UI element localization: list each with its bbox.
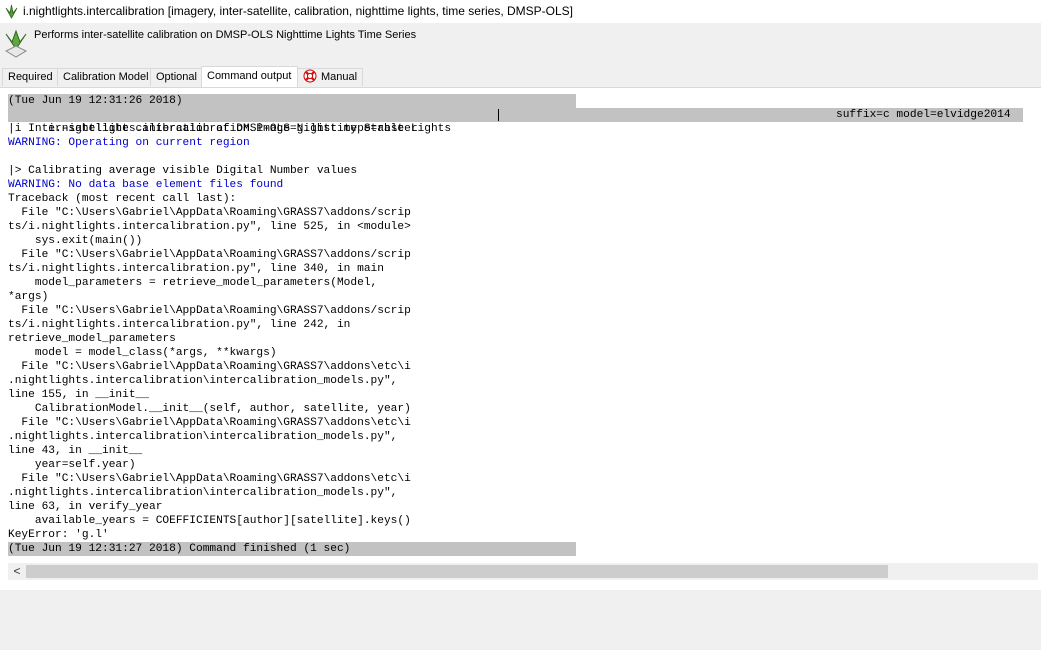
output-line: ts/i.nightlights.intercalibration.py", l… bbox=[8, 319, 351, 331]
scroll-left-icon[interactable]: < bbox=[10, 564, 24, 579]
output-line: .nightlights.intercalibration\intercalib… bbox=[8, 487, 398, 499]
output-line: line 43, in __init__ bbox=[8, 445, 143, 457]
tab-bar: Required Calibration Model Optional Comm… bbox=[2, 66, 1039, 87]
output-line: line 63, in verify_year bbox=[8, 501, 163, 513]
title-bar: i.nightlights.intercalibration [imagery,… bbox=[0, 0, 1041, 23]
output-line: line 155, in __init__ bbox=[8, 389, 149, 401]
output-line: File "C:\Users\Gabriel\AppData\Roaming\G… bbox=[8, 207, 411, 219]
tab-label: Optional bbox=[156, 71, 197, 83]
tab-calibration-model[interactable]: Calibration Model bbox=[57, 68, 151, 86]
tab-required[interactable]: Required bbox=[2, 68, 58, 86]
output-line: |i Inter-satellite calibration of DMSP-O… bbox=[8, 123, 452, 135]
output-line: KeyError: 'g.l' bbox=[8, 529, 109, 541]
output-line: File "C:\Users\Gabriel\AppData\Roaming\G… bbox=[8, 361, 411, 373]
output-line: .nightlights.intercalibration\intercalib… bbox=[8, 431, 398, 443]
output-line: model_parameters = retrieve_model_parame… bbox=[8, 277, 378, 289]
module-header: Performs inter-satellite calibration on … bbox=[0, 23, 1041, 65]
text-cursor bbox=[498, 109, 499, 121]
output-line: Traceback (most recent call last): bbox=[8, 193, 237, 205]
grass-icon bbox=[4, 29, 28, 58]
tab-label: Calibration Model bbox=[63, 71, 149, 83]
command-text-continued: suffix=c model=elvidge2014 bbox=[836, 109, 1011, 121]
output-line: CalibrationModel.__init__(self, author, … bbox=[8, 403, 411, 415]
tab-label: Manual bbox=[321, 71, 358, 83]
tab-command-output[interactable]: Command output bbox=[201, 66, 298, 87]
output-line: .nightlights.intercalibration\intercalib… bbox=[8, 375, 398, 387]
output-line: |> Calibrating average visible Digital N… bbox=[8, 165, 358, 177]
start-timestamp: (Tue Jun 19 12:31:26 2018) bbox=[8, 94, 576, 108]
output-line: ts/i.nightlights.intercalibration.py", l… bbox=[8, 221, 411, 233]
horizontal-scrollbar[interactable]: < bbox=[8, 563, 1038, 580]
output-line: ts/i.nightlights.intercalibration.py", l… bbox=[8, 263, 384, 275]
output-line: File "C:\Users\Gabriel\AppData\Roaming\G… bbox=[8, 249, 411, 261]
module-description: Performs inter-satellite calibration on … bbox=[34, 29, 417, 41]
end-status: (Tue Jun 19 12:31:27 2018) Command finis… bbox=[8, 542, 576, 556]
output-line: model = model_class(*args, **kwargs) bbox=[8, 347, 277, 359]
lifebuoy-icon bbox=[303, 69, 317, 83]
output-line: available_years = COEFFICIENTS[author][s… bbox=[8, 515, 411, 527]
output-line: *args) bbox=[8, 291, 49, 303]
command-output-panel: (Tue Jun 19 12:31:26 2018) i.nightlights… bbox=[0, 87, 1041, 590]
warning-line: WARNING: No data base element files foun… bbox=[8, 179, 284, 191]
grass-icon bbox=[5, 4, 18, 19]
output-line: File "C:\Users\Gabriel\AppData\Roaming\G… bbox=[8, 417, 411, 429]
scrollbar-thumb[interactable] bbox=[26, 565, 888, 578]
tab-optional[interactable]: Optional bbox=[150, 68, 202, 86]
warning-line: WARNING: Operating on current region bbox=[8, 137, 250, 149]
output-line: File "C:\Users\Gabriel\AppData\Roaming\G… bbox=[8, 305, 411, 317]
window-title: i.nightlights.intercalibration [imagery,… bbox=[23, 4, 573, 18]
tab-manual[interactable]: Manual bbox=[297, 68, 363, 86]
command-line: i.nightlights.intercalibration image=g.l… bbox=[8, 108, 1023, 135]
tab-label: Required bbox=[8, 71, 53, 83]
output-line: sys.exit(main()) bbox=[8, 235, 143, 247]
tab-label: Command output bbox=[207, 70, 292, 82]
output-line: retrieve_model_parameters bbox=[8, 333, 176, 345]
output-line: year=self.year) bbox=[8, 459, 136, 471]
output-line: File "C:\Users\Gabriel\AppData\Roaming\G… bbox=[8, 473, 411, 485]
